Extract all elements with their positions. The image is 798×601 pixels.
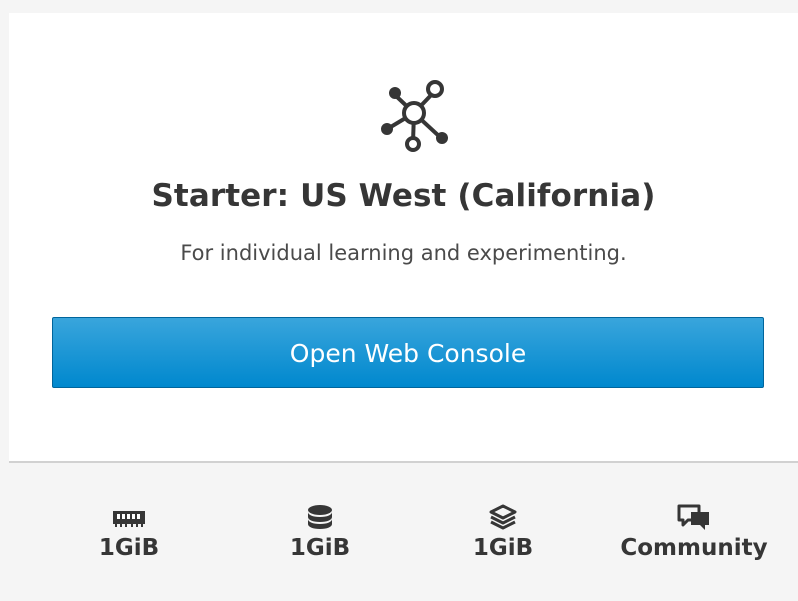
- storage-stat: 1GiB: [275, 503, 365, 561]
- layers-icon: [489, 504, 517, 530]
- storage-value: 1GiB: [289, 535, 351, 561]
- plan-card: Starter: US West (California) For indivi…: [9, 13, 798, 601]
- open-web-console-button[interactable]: Open Web Console: [52, 317, 764, 388]
- network-nodes-icon: [381, 80, 448, 152]
- support-value: Community: [620, 535, 768, 561]
- plan-title: Starter: US West (California): [151, 178, 656, 214]
- plan-description: For individual learning and experimentin…: [180, 241, 627, 265]
- memory-icon: [113, 511, 145, 527]
- projects-stat: 1GiB: [458, 503, 548, 561]
- memory-value: 1GiB: [98, 535, 160, 561]
- plan-specs-footer: 1GiB 1GiB 1GiB Community: [9, 461, 798, 601]
- database-icon: [308, 505, 332, 529]
- comments-icon: [677, 504, 709, 530]
- projects-value: 1GiB: [472, 535, 534, 561]
- memory-stat: 1GiB: [84, 503, 174, 561]
- support-stat: Community: [609, 503, 779, 561]
